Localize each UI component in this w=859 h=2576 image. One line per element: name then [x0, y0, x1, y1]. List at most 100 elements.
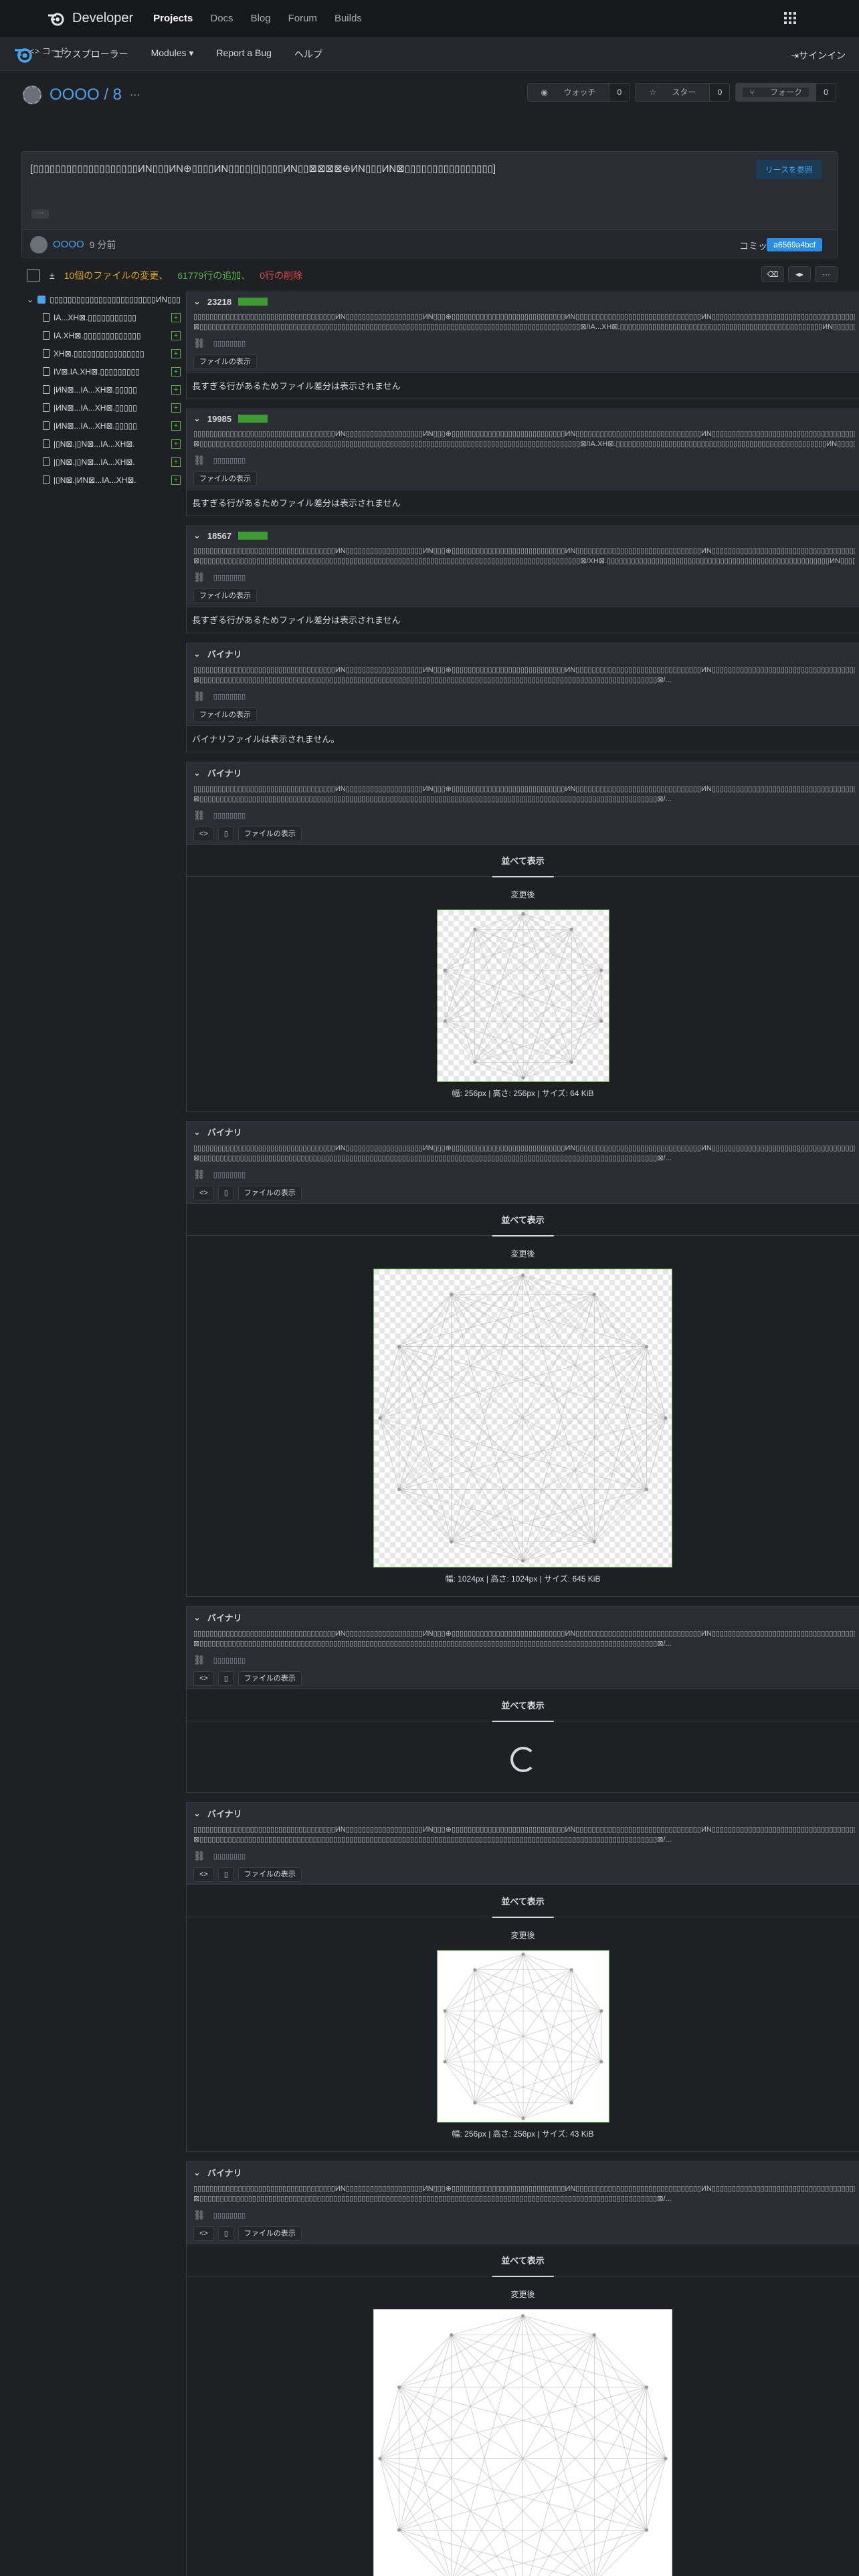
tab-code[interactable]: <> コード: [29, 44, 68, 57]
link-icon[interactable]: ⛓: [193, 338, 205, 349]
copy-path[interactable]: ▯▯▯▯▯▯▯▯: [213, 1852, 246, 1860]
diff-file: ⌄ バイナリ ▯▯▯▯▯▯▯▯▯▯▯▯▯▯▯▯▯▯▯▯▯▯▯▯▯▯▯▯▯▯▯▯▯▯▯…: [186, 2161, 859, 2576]
tree-file[interactable]: XH⊠.▯▯▯▯▯▯▯▯▯▯▯▯▯▯▯▯ +: [27, 344, 181, 362]
link-icon[interactable]: ⛓: [193, 1850, 205, 1862]
tree-file[interactable]: |▯N⊠.|ИN⊠...IA...XH⊠. +: [27, 471, 181, 489]
view-file-button[interactable]: ファイルの表示: [193, 588, 257, 603]
copy-path[interactable]: ▯▯▯▯▯▯▯▯: [213, 692, 246, 701]
tab-side-by-side[interactable]: 並べて表示: [492, 1699, 554, 1722]
copy-path[interactable]: ▯▯▯▯▯▯▯▯: [213, 339, 246, 348]
tree-file[interactable]: |▯N⊠.|▯N⊠...IA...XH⊠. +: [27, 435, 181, 453]
chevron-down-icon[interactable]: ⌄: [193, 1612, 201, 1623]
file-view-button[interactable]: ▯: [217, 2226, 234, 2241]
link-icon[interactable]: ⛓: [193, 2210, 205, 2221]
signin-link[interactable]: ⇥サインイン: [791, 49, 846, 62]
link-icon[interactable]: ⛓: [193, 572, 205, 583]
file-view-button[interactable]: ▯: [217, 827, 234, 841]
file-view-button[interactable]: ▯: [217, 1186, 234, 1200]
star-button[interactable]: ☆ スター 0: [635, 83, 731, 102]
file-view-button[interactable]: ▯: [217, 1671, 234, 1686]
copy-path[interactable]: ▯▯▯▯▯▯▯▯: [213, 456, 246, 465]
chevron-down-icon[interactable]: ⌄: [193, 530, 201, 541]
nav-help[interactable]: ヘルプ: [294, 47, 322, 61]
commit-author[interactable]: OOOO: [53, 239, 84, 250]
copy-path[interactable]: ▯▯▯▯▯▯▯▯: [213, 2211, 246, 2220]
tab-side-by-side[interactable]: 並べて表示: [492, 2254, 554, 2277]
repo-header: OOOO / 8 ⋯ ◉ ウォッチ 0 ☆ スター 0 ⑂ フォーク 0: [0, 71, 859, 128]
nav-modules[interactable]: Modules ▾: [151, 47, 194, 61]
nav-docs[interactable]: Docs: [210, 13, 233, 24]
copy-path[interactable]: ▯▯▯▯▯▯▯▯: [213, 1170, 246, 1179]
rss-icon[interactable]: ⋯: [130, 88, 140, 102]
link-icon[interactable]: ⛓: [193, 455, 205, 466]
code-view-button[interactable]: <>: [193, 827, 214, 841]
repo-title[interactable]: OOOO / 8: [50, 86, 122, 104]
more-options-button[interactable]: ···: [815, 266, 838, 282]
nav-builds[interactable]: Builds: [335, 13, 362, 24]
toggle-file-tree-icon[interactable]: [27, 269, 40, 282]
tab-side-by-side[interactable]: 並べて表示: [492, 854, 554, 877]
watch-button[interactable]: ◉ ウォッチ 0: [527, 83, 630, 102]
whitespace-button[interactable]: ⌫: [761, 266, 784, 282]
image-preview: [436, 909, 609, 1082]
tree-file[interactable]: |ИN⊠...IA...XH⊠.▯▯▯▯▯ +: [27, 417, 181, 435]
chevron-down-icon[interactable]: ⌄: [193, 2167, 201, 2178]
link-icon[interactable]: ⛓: [193, 691, 205, 702]
view-file-button[interactable]: ファイルの表示: [237, 2226, 302, 2241]
file-icon: [43, 349, 50, 358]
top-navbar: Developer Projects Docs Blog Forum Build…: [0, 0, 859, 37]
fork-button[interactable]: ⑂ フォーク 0: [735, 83, 836, 102]
image-meta: 幅: 256px | 高さ: 256px | サイズ: 64 KiB: [452, 1089, 594, 1098]
chevron-down-icon[interactable]: ⌄: [193, 1808, 201, 1819]
copy-path[interactable]: ▯▯▯▯▯▯▯▯: [213, 573, 246, 582]
nav-projects[interactable]: Projects: [153, 13, 193, 24]
tree-file[interactable]: IA.XH⊠.▯▯▯▯▯▯▯▯▯▯▯▯▯ +: [27, 326, 181, 344]
code-view-button[interactable]: <>: [193, 1186, 214, 1200]
image-diff: 並べて表示: [187, 1689, 859, 1772]
apps-grid-icon[interactable]: [784, 12, 796, 24]
image-preview: [373, 1269, 672, 1568]
tree-file[interactable]: IV⊠.IA.XH⊠.▯▯▯▯▯▯▯▯▯ +: [27, 362, 181, 381]
commit-message: [▯▯▯▯▯▯▯▯▯▯▯▯▯▯▯▯▯▯▯ИN▯▯▯ИN⊕▯▯▯▯ИN▯▯▯▯|▯…: [30, 163, 496, 175]
code-view-button[interactable]: <>: [193, 2226, 214, 2241]
image-meta: 幅: 256px | 高さ: 256px | サイズ: 43 KiB: [452, 2129, 594, 2139]
image-diff: 並べて表示 変更後 幅: 256px | 高さ: 256px | サイズ: 64 K…: [187, 844, 859, 1111]
chevron-down-icon[interactable]: ⌄: [193, 413, 201, 424]
copy-path[interactable]: ▯▯▯▯▯▯▯▯: [213, 1656, 246, 1665]
chevron-down-icon[interactable]: ⌄: [193, 296, 201, 307]
tree-folder[interactable]: ⌄ ▯▯▯▯▯▯▯▯▯▯▯▯▯▯▯▯▯▯▯▯▯▯▯▯ИN▯▯▯: [27, 290, 181, 308]
copy-path[interactable]: ▯▯▯▯▯▯▯▯: [213, 811, 246, 820]
chevron-down-icon[interactable]: ⌄: [193, 1127, 201, 1138]
link-icon[interactable]: ⛓: [193, 1169, 205, 1180]
chevron-down-icon[interactable]: ⌄: [193, 768, 201, 778]
tree-file[interactable]: |▯N⊠.|▯N⊠...IA...XH⊠. +: [27, 453, 181, 471]
tree-file[interactable]: IA...XH⊠.▯▯▯▯▯▯▯▯▯▯▯ +: [27, 308, 181, 326]
file-icon: [43, 313, 50, 322]
view-file-button[interactable]: ファイルの表示: [193, 354, 257, 369]
tab-side-by-side[interactable]: 並べて表示: [492, 1895, 554, 1918]
view-file-button[interactable]: ファイルの表示: [237, 827, 302, 841]
code-view-button[interactable]: <>: [193, 1671, 214, 1686]
nav-forum[interactable]: Forum: [288, 13, 317, 24]
split-view-button[interactable]: ◂▸: [788, 266, 811, 282]
view-file-button[interactable]: ファイルの表示: [237, 1186, 302, 1200]
expand-message-button[interactable]: ···: [31, 209, 49, 219]
brand[interactable]: Developer: [47, 11, 133, 26]
view-file-button[interactable]: ファイルの表示: [193, 471, 257, 486]
chevron-down-icon[interactable]: ⌄: [193, 649, 201, 659]
view-file-button[interactable]: ファイルの表示: [193, 708, 257, 722]
link-icon[interactable]: ⛓: [193, 810, 205, 821]
tab-side-by-side[interactable]: 並べて表示: [492, 1213, 554, 1237]
view-file-button[interactable]: ファイルの表示: [237, 1671, 302, 1686]
tree-file[interactable]: |ИN⊠...IA...XH⊠.▯▯▯▯▯ +: [27, 381, 181, 399]
link-icon[interactable]: ⛓: [193, 1654, 205, 1666]
nav-report-bug[interactable]: Report a Bug: [216, 47, 272, 61]
view-file-button[interactable]: ファイルの表示: [237, 1867, 302, 1882]
diff-file: ⌄ 18567 ▯▯▯▯▯▯▯▯▯▯▯▯▯▯▯▯▯▯▯▯▯▯▯▯▯▯▯▯▯▯▯▯▯▯…: [186, 526, 859, 633]
code-view-button[interactable]: <>: [193, 1867, 214, 1882]
browse-source-button[interactable]: リースを参照: [755, 160, 822, 179]
commit-sha[interactable]: a6569a4bcf: [767, 238, 822, 251]
tree-file[interactable]: |ИN⊠...IA...XH⊠.▯▯▯▯▯ +: [27, 399, 181, 417]
nav-blog[interactable]: Blog: [251, 13, 271, 24]
file-view-button[interactable]: ▯: [217, 1867, 234, 1882]
